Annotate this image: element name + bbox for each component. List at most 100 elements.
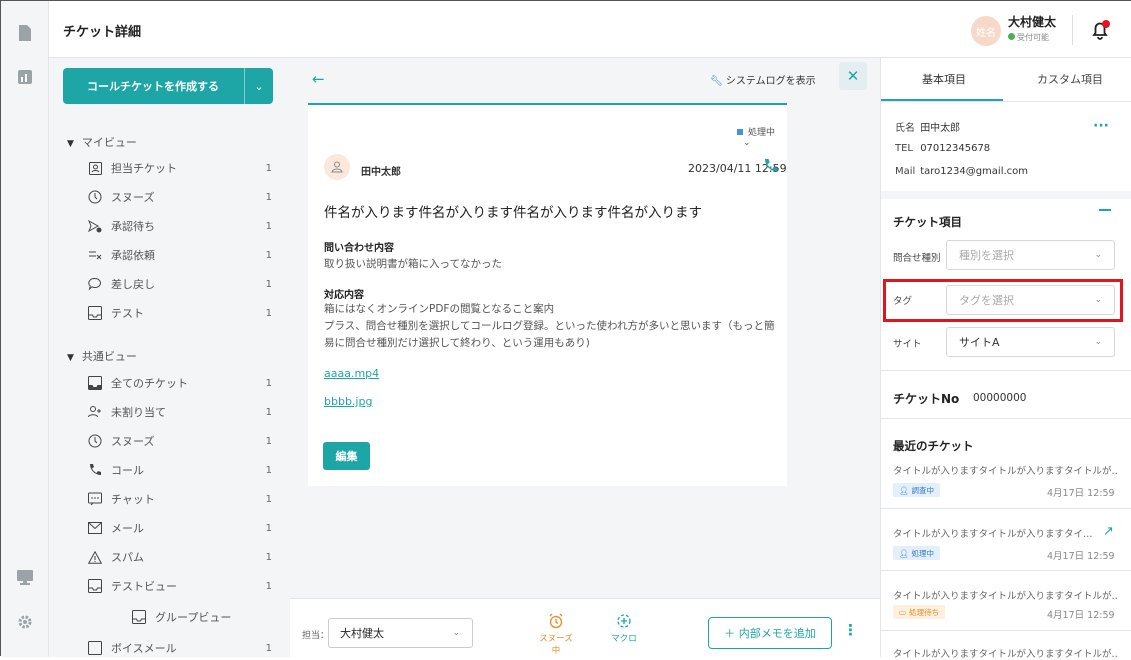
assignee-select[interactable]: 大村健太 ⌄ <box>328 618 473 648</box>
close-icon[interactable]: ✕ <box>839 62 867 90</box>
section-divider <box>881 370 1131 371</box>
status-label: 処理中 <box>748 128 776 138</box>
recent-ticket-date: 4月17日 12:59 <box>1047 551 1115 562</box>
sidebar-item-count: 1 <box>265 406 272 418</box>
tab-basic-items[interactable]: 基本項目 <box>881 58 1007 100</box>
response-line: 箱にはなくオンラインPDFの閲覧となること案内 <box>324 303 555 315</box>
sidebar-item-label: 承認待ち <box>111 220 155 233</box>
sidebar-item-count: 1 <box>265 162 272 174</box>
sidebar-item-count: 1 <box>265 522 272 534</box>
system-log-link[interactable]: 🔧︎ システムログを表示 <box>710 72 816 87</box>
sidebar-item-shared-snooze[interactable]: スヌーズ 1 <box>87 431 272 451</box>
clock-icon <box>87 189 103 205</box>
gear-icon[interactable] <box>17 614 33 630</box>
sidebar-item-chat[interactable]: チャット 1 <box>87 489 272 509</box>
contact-mail: taro1234@gmail.com <box>920 166 1029 177</box>
sidebar-item-label: 承認依頼 <box>111 249 155 262</box>
customer-avatar-icon <box>324 154 350 180</box>
recent-ticket-title[interactable]: タイトルが入りますタイトルが入りますタイトルが… <box>893 646 1117 660</box>
more-horizontal-icon[interactable]: ··· <box>1093 118 1109 134</box>
recent-ticket-title[interactable]: タイトルが入りますタイトルが入りますタイ… <box>893 526 1093 540</box>
ticket-subject: 件名が入ります件名が入ります件名が入ります件名が入ります <box>324 205 702 221</box>
sidebar: コールチケットを作成する ⌄ ▼ マイビュー 担当チケット 1 スヌーズ 1 承認待ち… <box>49 58 290 657</box>
top-bar: チケット詳細 姓名 大村健太 受付可能 <box>49 1 1131 58</box>
sidebar-item-label: テストビュー <box>111 580 177 593</box>
divider <box>881 508 1131 509</box>
tab-custom-items[interactable]: カスタム項目 <box>1007 58 1131 100</box>
inquiry-type-select[interactable]: 種別を選択 ⌄ <box>946 240 1115 270</box>
sidebar-item-label: 担当チケット <box>111 162 177 175</box>
contact-tel: 07012345678 <box>920 143 991 154</box>
sidebar-item-label: 全てのチケット <box>111 377 188 390</box>
recent-ticket-date: 4月17日 12:59 <box>1047 610 1115 621</box>
sidebar-item-returned[interactable]: 差し戻し 1 <box>87 274 272 294</box>
my-view-header[interactable]: ▼ マイビュー <box>67 134 137 150</box>
create-dropdown-button[interactable]: ⌄ <box>244 68 273 104</box>
more-vertical-icon[interactable]: ⋮ <box>843 621 858 639</box>
status-dropdown[interactable]: 処理中 ⌄ <box>737 125 787 148</box>
sidebar-item-label: スヌーズ <box>111 191 155 204</box>
snooze-button[interactable]: スヌーズ中 <box>538 613 574 656</box>
highlight-box <box>883 279 1123 322</box>
report-icon[interactable] <box>17 69 33 85</box>
monitor-icon[interactable] <box>17 569 33 585</box>
edit-button[interactable]: 編集 <box>323 442 370 470</box>
back-arrow-icon[interactable]: ← <box>312 70 325 88</box>
ticket-no-label: チケットNo <box>893 392 960 406</box>
document-icon[interactable] <box>17 25 33 41</box>
sidebar-item-all-tickets[interactable]: 全てのチケット 1 <box>87 373 272 393</box>
create-call-ticket-button[interactable]: コールチケットを作成する <box>63 68 244 104</box>
warning-icon <box>87 549 103 565</box>
sidebar-item-label: テスト <box>111 307 144 320</box>
phone-icon[interactable] <box>763 158 779 177</box>
sidebar-item-label: 未割り当て <box>111 406 166 419</box>
inbox-icon: ▭ <box>899 607 907 617</box>
ticket-card: 処理中 ⌄ 田中太郎 2023/04/11 12:59 件名が入ります件名が入り… <box>308 105 787 486</box>
status-dot <box>1008 33 1015 40</box>
clock-icon <box>87 433 103 449</box>
user-status[interactable]: 受付可能 <box>1008 32 1049 43</box>
recent-ticket-title[interactable]: タイトルが入りますタイトルが入りますタイトルが… <box>893 588 1117 602</box>
recent-tickets-title: 最近のチケット <box>893 439 974 453</box>
sidebar-item-test-view[interactable]: テストビュー 1 <box>87 576 272 596</box>
field-label: サイト <box>893 339 922 350</box>
sidebar-item-count: 1 <box>265 493 272 505</box>
assignee-label: 担当： <box>302 631 330 641</box>
add-internal-memo-button[interactable]: ＋ 内部メモを追加 <box>708 617 832 649</box>
sidebar-item-label: 差し戻し <box>111 278 155 291</box>
site-select[interactable]: サイトA ⌄ <box>946 327 1115 357</box>
voicemail-icon <box>87 640 103 656</box>
sidebar-item-approval-request[interactable]: 承認依頼 1 <box>87 245 272 265</box>
sidebar-item-voicemail[interactable]: ボイスメール 1 <box>87 638 272 658</box>
shared-view-header[interactable]: ▼ 共通ビュー <box>67 348 137 364</box>
sidebar-item-assigned[interactable]: 担当チケット 1 <box>87 158 272 178</box>
sidebar-item-group-view[interactable]: グループビュー <box>131 607 272 627</box>
collapse-icon[interactable] <box>1099 209 1111 211</box>
user-voice-icon: 👤︎ <box>899 485 909 495</box>
send-clock-icon <box>87 218 103 234</box>
sidebar-item-unassigned[interactable]: 未割り当て 1 <box>87 402 272 422</box>
response-line: 易に問合せ種別だけ選択して終わり、という運用もあり) <box>324 337 590 349</box>
avatar[interactable]: 姓名 <box>971 16 1001 46</box>
user-name: 大村健太 <box>1008 15 1057 29</box>
response-label: 対応内容 <box>324 290 364 301</box>
open-external-icon[interactable]: ↗ <box>1103 524 1114 539</box>
macro-button[interactable]: マクロ <box>606 613 642 644</box>
sidebar-item-snooze[interactable]: スヌーズ 1 <box>87 187 272 207</box>
bell-icon[interactable] <box>1089 18 1113 42</box>
sidebar-item-spam[interactable]: スパム 1 <box>87 547 272 567</box>
select-value: サイトA <box>959 336 1000 349</box>
details-panel: 基本項目 カスタム項目 氏名 田中太郎 ··· TEL 07012345678 … <box>880 58 1131 660</box>
sidebar-item-mail[interactable]: メール 1 <box>87 518 272 538</box>
response-line: プラス、問合せ種別を選択してコールログ登録。といった使われ方が多いと思います（も… <box>324 320 775 332</box>
recent-ticket-title[interactable]: タイトルが入りますタイトルが入りますタイトルが… <box>893 463 1117 477</box>
attachment-link[interactable]: aaaa.mp4 <box>324 367 379 380</box>
sidebar-item-count: 1 <box>265 551 272 563</box>
attachment-link[interactable]: bbbb.jpg <box>324 395 372 408</box>
sidebar-item-call[interactable]: コール 1 <box>87 460 272 480</box>
contact-name: 田中太郎 <box>920 123 961 134</box>
sidebar-item-count: 1 <box>265 435 272 447</box>
sidebar-item-pending-approval[interactable]: 承認待ち 1 <box>87 216 272 236</box>
ticket-panel: ← 🔧︎ システムログを表示 ✕ 処理中 ⌄ 田中太郎 2023/04/11 1… <box>290 58 880 657</box>
sidebar-item-test[interactable]: テスト 1 <box>87 303 272 323</box>
